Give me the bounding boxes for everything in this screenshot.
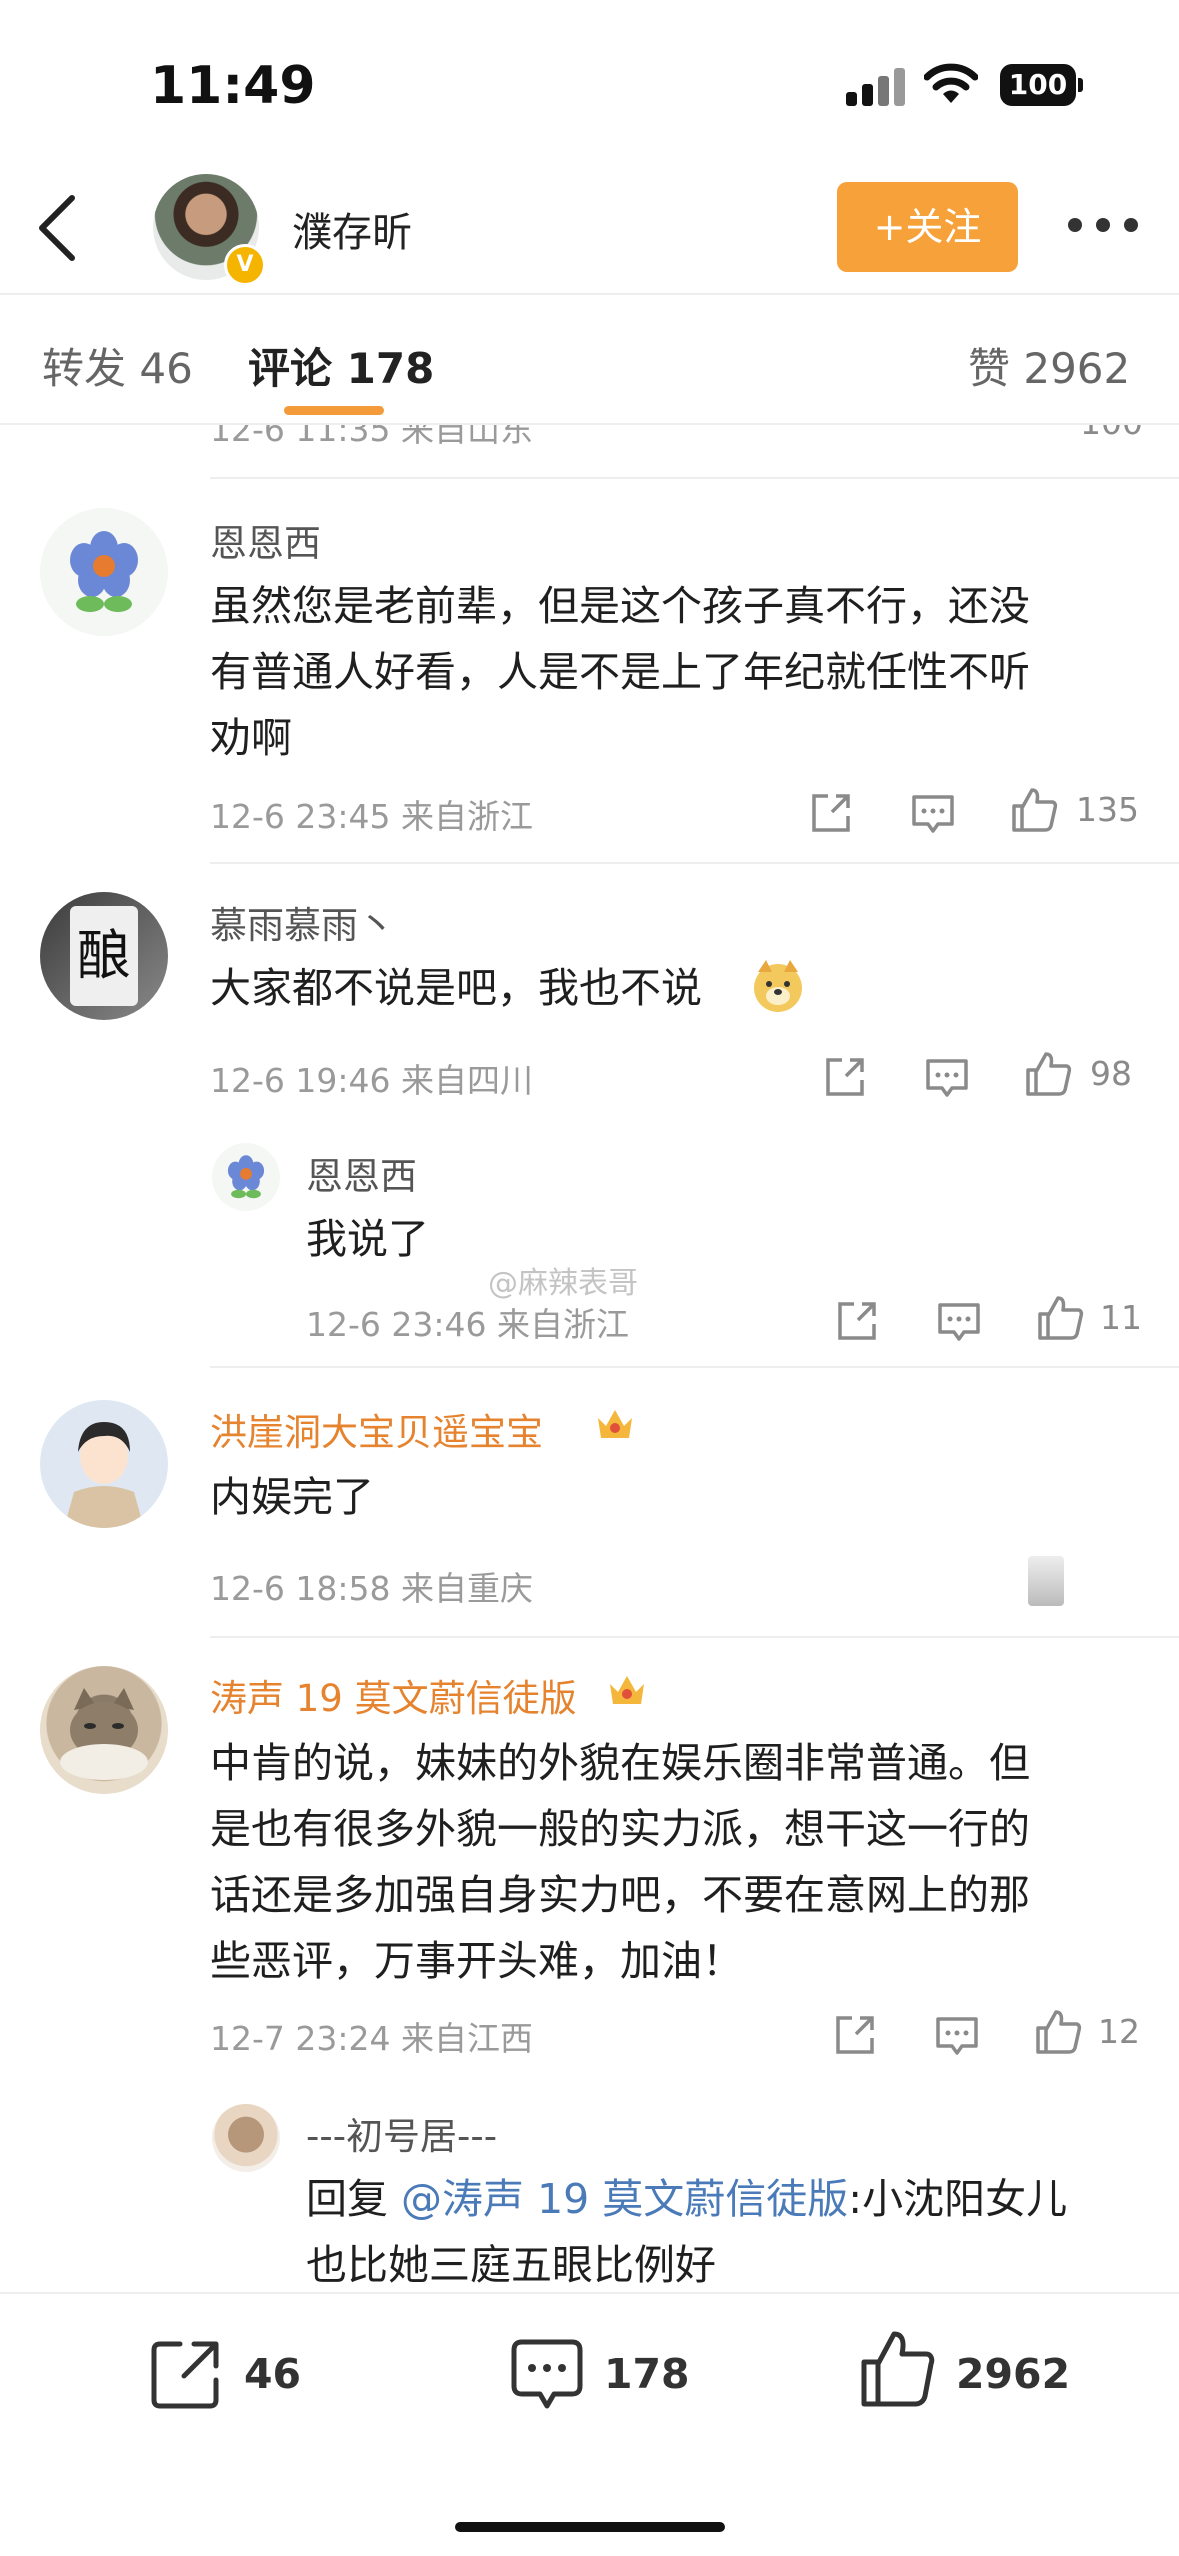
comment-meta: 12-6 11:35 来自山东: [210, 425, 533, 449]
active-tab-indicator: [284, 406, 384, 415]
like-icon[interactable]: [1010, 786, 1058, 834]
follow-button[interactable]: +关注: [837, 182, 1018, 272]
comment-username[interactable]: 慕雨慕雨丶: [210, 895, 395, 949]
comment-divider: [210, 1636, 1179, 1638]
mention-link[interactable]: @涛声 19 莫文蔚信徒版: [401, 2175, 848, 2223]
tab-comments[interactable]: 评论 178: [248, 335, 434, 396]
comment-divider: [210, 862, 1179, 864]
reply-username[interactable]: ---初号居---: [306, 2106, 497, 2160]
comment-text-line: 有普通人好看，人是不是上了年纪就任性不听: [210, 648, 1030, 696]
battery-icon: 100: [1000, 64, 1076, 106]
profile-username[interactable]: 濮存昕: [292, 200, 412, 258]
vip-crown-icon: [610, 1676, 644, 1704]
home-indicator[interactable]: [455, 2522, 725, 2532]
comment-meta: 12-6 19:46 来自四川: [210, 1061, 533, 1100]
comment-avatar[interactable]: 酿: [40, 892, 168, 1020]
tab-likes[interactable]: 赞 2962: [968, 335, 1130, 396]
like-count: 98: [1090, 1054, 1132, 1093]
like-icon[interactable]: [858, 2328, 936, 2410]
repost-icon[interactable]: [822, 1054, 868, 1100]
like-count-total[interactable]: 2962: [956, 2350, 1070, 2398]
cat-avatar: [60, 1688, 148, 1780]
repost-count[interactable]: 46: [244, 2350, 301, 2398]
reply-text-rest: :小沈阳女儿: [848, 2175, 1068, 2223]
comment-text: 大家都不说是吧，我也不说: [210, 955, 702, 1021]
flower-icon: [227, 1155, 265, 1199]
comment-avatar[interactable]: [40, 1666, 168, 1794]
toast-artifact: [1028, 1556, 1064, 1606]
wifi-icon: [924, 63, 978, 103]
reply-prefix: 回复: [306, 2175, 402, 2223]
cartoon-avatar: [64, 1422, 144, 1528]
comment-text: 虽然您是老前辈，但是这个孩子真不行，还没 有普通人好看，人是不是上了年纪就任性不…: [210, 573, 1030, 771]
watermark: @麻辣表哥: [488, 1266, 638, 1301]
reply-icon[interactable]: [934, 2014, 980, 2058]
flower-icon: [70, 531, 138, 612]
like-count: 135: [1076, 790, 1139, 829]
comment-meta: 12-6 23:45 来自浙江: [210, 797, 533, 836]
like-icon[interactable]: [1036, 1294, 1084, 1342]
reply-avatar[interactable]: [212, 1143, 280, 1211]
comment-text: 中肯的说，妹妹的外貌在娱乐圈非常普通。但 是也有很多外貌一般的实力派，想干这一行…: [210, 1730, 1030, 1994]
repost-icon[interactable]: [148, 2336, 224, 2412]
comment-text-line: 些恶评，万事开头难，加油！: [210, 1937, 743, 1985]
comment-text-line: 话还是多加强自身实力吧，不要在意网上的那: [210, 1871, 1030, 1919]
comment-text-line: 大家都不说是吧，我也不说: [210, 964, 702, 1012]
reply-icon[interactable]: [924, 1056, 970, 1100]
comment-avatar[interactable]: [40, 508, 168, 636]
repost-icon[interactable]: [808, 790, 854, 836]
reply-meta: 12-6 23:46 来自浙江: [306, 1305, 629, 1344]
like-count: 100: [1080, 425, 1143, 442]
like-icon[interactable]: [1034, 2008, 1082, 2056]
comment-text-line: 中肯的说，妹妹的外貌在娱乐圈非常普通。但: [210, 1739, 1030, 1787]
comment-icon[interactable]: [508, 2336, 586, 2416]
signal-icon: [846, 66, 906, 106]
more-options-icon[interactable]: [1068, 212, 1138, 236]
like-count: 12: [1098, 2012, 1140, 2051]
status-time: 11:49: [150, 56, 316, 116]
comment-username[interactable]: 涛声 19 莫文蔚信徒版: [210, 1668, 577, 1722]
comment-meta: 12-7 23:24 来自江西: [210, 2019, 533, 2058]
comment-avatar[interactable]: [40, 1400, 168, 1528]
repost-icon[interactable]: [832, 2012, 878, 2058]
reply-username[interactable]: 恩恩西: [306, 1146, 417, 1200]
like-icon[interactable]: [1024, 1050, 1072, 1098]
comment-count[interactable]: 178: [604, 2350, 690, 2398]
comment-text-line: 是也有很多外貌一般的实力派，想干这一行的: [210, 1805, 1030, 1853]
back-icon[interactable]: [28, 190, 88, 266]
battery-tip: [1078, 78, 1083, 92]
partial-comment-row: 12-6 11:35 来自山东 100: [0, 425, 1179, 450]
comment-text: 内娱完了: [210, 1473, 374, 1521]
like-count: 11: [1100, 1298, 1142, 1337]
vip-crown-icon: [598, 1410, 632, 1438]
comment-meta: 12-6 18:58 来自重庆: [210, 1569, 533, 1608]
repost-icon[interactable]: [834, 1298, 880, 1344]
reply-icon[interactable]: [910, 792, 956, 836]
reply-icon[interactable]: [936, 1300, 982, 1344]
reply-text: 回复 @涛声 19 莫文蔚信徒版:小沈阳女儿 也比她三庭五眼比例好: [306, 2166, 1067, 2298]
doge-emoji-icon: [754, 960, 802, 1012]
comment-divider: [210, 477, 1179, 479]
comment-divider: [210, 1366, 1179, 1368]
tab-repost[interactable]: 转发 46: [42, 335, 193, 396]
reply-text-line: 也比她三庭五眼比例好: [306, 2241, 716, 2289]
bottom-bar: [0, 2293, 1179, 2556]
comment-text-line: 劝啊: [210, 714, 292, 762]
verified-badge-icon: V: [224, 244, 266, 286]
header-divider: [0, 293, 1179, 295]
comment-username[interactable]: 洪崖洞大宝贝遥宝宝: [210, 1402, 543, 1456]
comment-username[interactable]: 恩恩西: [210, 513, 321, 567]
reply-text: 我说了: [306, 1215, 429, 1263]
reply-avatar[interactable]: [212, 2104, 280, 2172]
avatar-graphic: 酿: [70, 906, 138, 1006]
bottom-bar-divider: [0, 2292, 1179, 2294]
comment-text-line: 虽然您是老前辈，但是这个孩子真不行，还没: [210, 582, 1030, 630]
